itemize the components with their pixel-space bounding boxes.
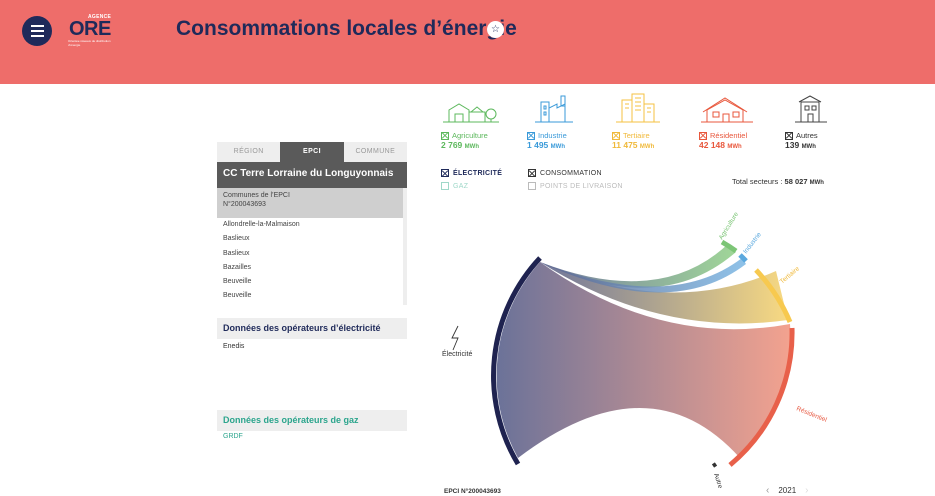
- tab-commune[interactable]: COMMUNE: [344, 142, 407, 162]
- territory-panel: RÉGION EPCI COMMUNE CC Terre Lorraine du…: [217, 142, 407, 440]
- next-year-chevron-icon[interactable]: ›: [805, 485, 808, 496]
- building-icon: [795, 95, 827, 123]
- year-value: 2021: [778, 486, 797, 495]
- epci-name: CC Terre Lorraine du Longuyonnais: [217, 162, 407, 188]
- commune-list[interactable]: Communes de l’EPCI N°200043693 Allondrel…: [217, 188, 407, 305]
- page-header: AGENCE ORE Orientée réseaux de distribut…: [0, 0, 935, 84]
- checkbox-icon: [528, 169, 536, 177]
- mode-points-livraison-toggle[interactable]: POINTS DE LIVRAISON: [528, 182, 623, 190]
- list-item[interactable]: Allondrelle-la-Malmaison: [217, 218, 403, 232]
- sector-value: 2 769: [441, 140, 463, 150]
- sector-value: 11 475: [612, 140, 638, 150]
- logo-ore-text: ORE: [69, 18, 111, 40]
- mode-consommation-toggle[interactable]: CONSOMMATION: [528, 169, 602, 177]
- tab-region[interactable]: RÉGION: [217, 142, 280, 162]
- gas-operators-header: Données des opérateurs de gaz: [217, 410, 407, 431]
- checkbox-icon[interactable]: [785, 131, 793, 140]
- prev-year-chevron-icon[interactable]: ‹: [766, 485, 769, 496]
- page-title: Consommations locales d’énergie: [176, 17, 517, 40]
- lightning-icon: [451, 325, 459, 351]
- territory-tabs: RÉGION EPCI COMMUNE: [217, 142, 407, 162]
- menu-button[interactable]: [22, 16, 52, 46]
- tab-epci[interactable]: EPCI: [280, 142, 344, 162]
- chord-label-tertiaire: Tertiaire: [779, 265, 802, 285]
- list-item[interactable]: Baslieux: [217, 247, 403, 261]
- energy-gaz-toggle[interactable]: GAZ: [441, 182, 468, 190]
- factory-icon: [535, 95, 573, 123]
- operator-enedis[interactable]: Enedis: [223, 343, 244, 350]
- list-item[interactable]: Beuveille: [217, 289, 403, 303]
- energy-electricite-toggle[interactable]: ÉLECTRICITÉ: [441, 169, 502, 177]
- energy-chord-diagram: Électricité Agriculture Industrie Tertia…: [442, 211, 828, 488]
- sector-value: 1 495: [527, 140, 549, 150]
- sector-agriculture[interactable]: Agriculture 2 769 MWh: [441, 92, 519, 150]
- epci-code: N°200043693: [223, 201, 266, 208]
- chord-label-agriculture: Agriculture: [718, 211, 741, 241]
- arc-autres: [711, 462, 718, 468]
- house-icon: [701, 97, 753, 123]
- chord-label-residentiel: Résidentiel: [795, 405, 828, 424]
- farm-icon: [443, 103, 499, 123]
- hamburger-icon: [30, 25, 44, 27]
- office-icon: [616, 93, 660, 123]
- list-item[interactable]: Beuveille: [217, 275, 403, 289]
- sector-autres[interactable]: Autres 139 MWh: [785, 92, 863, 150]
- checkbox-icon: [441, 169, 449, 177]
- checkbox-icon: [441, 182, 449, 190]
- operator-grdf[interactable]: GRDF: [223, 433, 243, 440]
- sector-industrie[interactable]: Industrie 1 495 MWh: [527, 92, 605, 150]
- list-item[interactable]: Baslieux: [217, 232, 403, 246]
- commune-list-header: Communes de l’EPCI N°200043693: [217, 188, 403, 218]
- sector-tertiaire[interactable]: Tertiaire 11 475 MWh: [612, 92, 690, 150]
- list-scrollbar[interactable]: [403, 188, 407, 218]
- checkbox-icon[interactable]: [699, 131, 707, 140]
- sector-value: 42 148: [699, 140, 725, 150]
- checkbox-icon[interactable]: [441, 131, 449, 140]
- sector-value: 139: [785, 140, 800, 150]
- sector-residentiel[interactable]: Résidentiel 42 148 MWh: [699, 92, 777, 150]
- favorite-star-icon[interactable]: ☆: [487, 21, 504, 38]
- year-navigation: ‹ 2021 ›: [766, 485, 808, 496]
- chord-label-autres: Autres: [712, 472, 725, 488]
- logo-subtitle: Orientée réseaux de distribution d’énerg…: [68, 39, 111, 47]
- chord-label-electricite: Électricité: [442, 349, 472, 358]
- total-sectors: Total secteurs : 58 027 MWh: [732, 177, 824, 186]
- chord-label-industrie: Industrie: [742, 231, 763, 255]
- checkbox-icon[interactable]: [527, 131, 535, 140]
- electricity-operators-header: Données des opérateurs d’électricité: [217, 318, 407, 339]
- footer-epci-code: EPCI N°200043693: [444, 488, 501, 495]
- list-item[interactable]: Bazailles: [217, 261, 403, 275]
- agence-ore-logo[interactable]: AGENCE ORE Orientée réseaux de distribut…: [66, 14, 114, 48]
- checkbox-icon: [528, 182, 536, 190]
- checkbox-icon[interactable]: [612, 131, 620, 140]
